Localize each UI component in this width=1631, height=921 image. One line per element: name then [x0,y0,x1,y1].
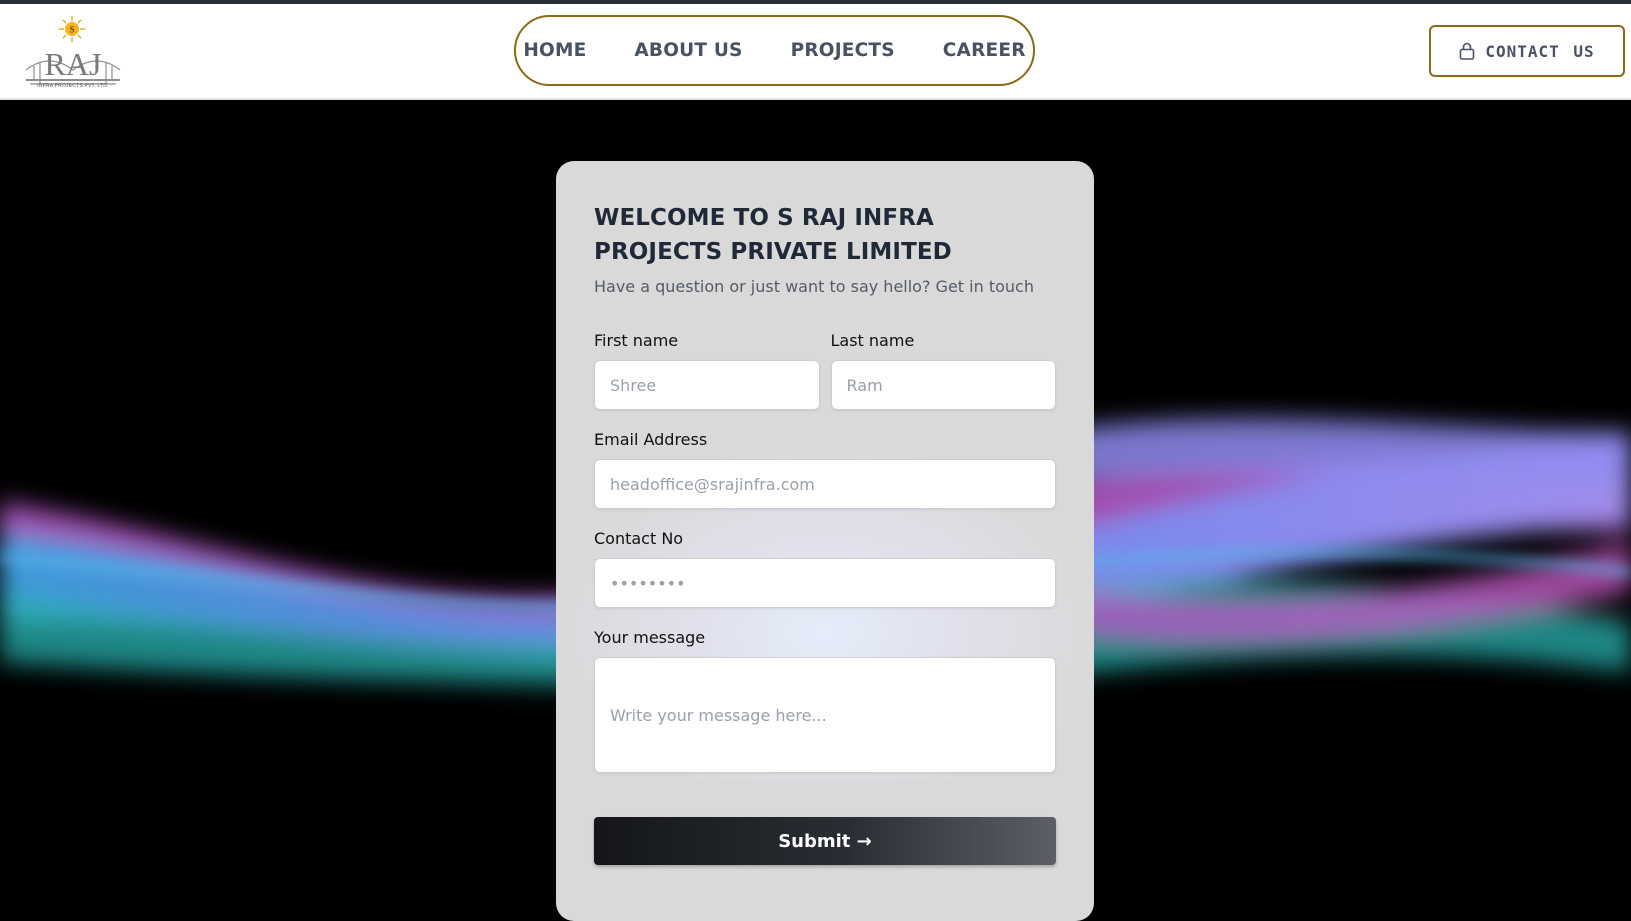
form-title: WELCOME TO S RAJ INFRA PROJECTS PRIVATE … [594,205,952,265]
first-name-label: First name [594,331,679,350]
last-name-label: Last name [830,331,915,350]
email-group: Email Address [594,430,1056,509]
sun-icon: S [59,16,85,42]
main-nav: HOME ABOUT US PROJECTS CAREER [514,15,1035,86]
contact-us-label: CONTACT US [1485,41,1595,61]
logo-subtext: INFRA PROJECTS PVT. LTD. [37,83,109,89]
svg-text:S: S [69,25,74,35]
message-label: Your message [594,628,706,647]
lock-icon [1460,42,1475,60]
nav-about-us[interactable]: ABOUT US [634,40,742,61]
submit-button[interactable]: Submit → [594,817,1056,865]
first-name-input[interactable] [594,360,820,410]
nav-home[interactable]: HOME [523,40,586,61]
contact-no-label: Contact No [594,529,684,548]
logo-wordmark: RAJ [45,46,102,82]
company-logo[interactable]: S RAJ INFRA PROJECTS PVT. LTD. [24,14,122,94]
last-name-input[interactable] [830,360,1056,410]
form-subtitle: Have a question or just want to say hell… [594,277,1034,296]
contact-no-input[interactable] [594,558,1056,608]
nav-career[interactable]: CAREER [943,40,1026,61]
name-row: First name Last name [594,331,1056,410]
email-label: Email Address [594,430,708,449]
nav-projects[interactable]: PROJECTS [791,40,895,61]
first-name-group: First name [594,331,820,410]
contact-us-button[interactable]: CONTACT US [1429,25,1625,77]
logo-graphic: S RAJ [25,16,121,85]
email-input[interactable] [594,459,1056,509]
contact-form-card: WELCOME TO S RAJ INFRA PROJECTS PRIVATE … [556,161,1094,921]
contact-no-group: Contact No [594,529,1056,608]
last-name-group: Last name [830,331,1056,410]
message-textarea[interactable] [594,657,1056,773]
message-group: Your message [594,628,1056,777]
site-header: S RAJ INFRA PROJECTS PVT. LTD. HOME ABOU… [0,4,1631,100]
